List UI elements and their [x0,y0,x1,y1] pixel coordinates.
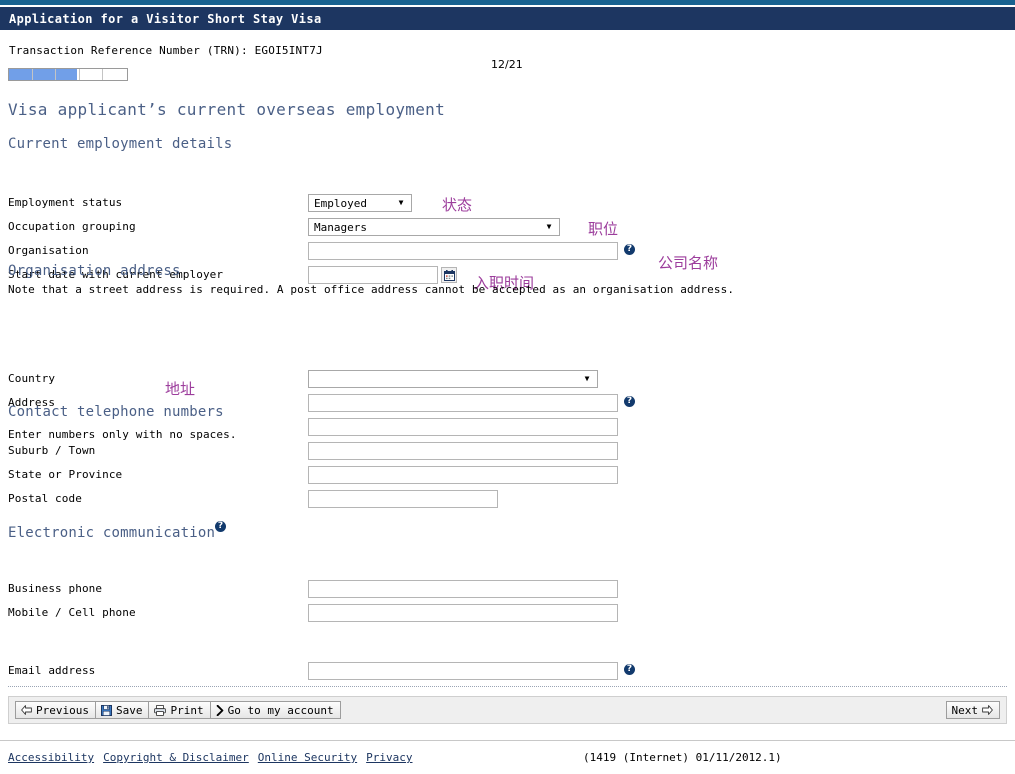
input-postal-code[interactable] [308,490,498,508]
previous-button[interactable]: Previous [15,701,96,719]
progress-bar-fill [9,69,78,80]
input-state-province[interactable] [308,466,618,484]
progress-tick [103,69,127,80]
window-title-bar: Application for a Visitor Short Stay Vis… [0,7,1015,30]
save-button-label: Save [115,703,143,717]
toolbar-separator [8,686,1007,687]
select-country[interactable]: ▼ [308,370,598,388]
help-icon-address[interactable]: ? [624,396,635,407]
footer-links: Accessibility Copyright & Disclaimer Onl… [8,751,413,764]
label-employment-status: Employment status [8,196,123,209]
progress-tick [80,69,104,80]
select-employment-status[interactable]: Employed ▼ [308,194,412,212]
chevron-down-icon: ▼ [546,222,552,231]
page-heading: Visa applicant’s current overseas employ… [8,100,446,119]
print-button-label: Print [170,703,204,717]
label-country: Country [8,372,56,385]
chevron-down-icon: ▼ [584,374,590,383]
calendar-icon[interactable] [441,267,457,283]
note-organisation-address: Note that a street address is required. … [8,283,735,296]
label-postal-code: Postal code [8,492,82,505]
progress-bar [8,68,128,81]
toolbar-button-group: Previous Save Print Go to my account [9,701,341,719]
footer-link-accessibility[interactable]: Accessibility [8,751,94,764]
input-business-phone[interactable] [308,580,618,598]
page-counter: 12/21 [491,58,523,71]
note-contact-telephone: Enter numbers only with no spaces. [8,428,237,441]
input-address-line-2[interactable] [308,418,618,436]
go-to-my-account-button-label: Go to my account [227,703,334,717]
previous-button-label: Previous [36,703,89,717]
arrow-right-icon [982,705,993,715]
annotation-occupation-grouping: 职位 [588,220,619,238]
arrow-left-icon [21,705,32,715]
annotation-address: 地址 [165,380,196,398]
footer-link-copyright-disclaimer[interactable]: Copyright & Disclaimer [103,751,249,764]
label-business-phone: Business phone [8,582,103,595]
label-occupation-grouping: Occupation grouping [8,220,136,233]
footer-build-version: (1419 (Internet) 01/11/2012.1) [583,751,782,764]
label-mobile-phone: Mobile / Cell phone [8,606,136,619]
input-suburb-town[interactable] [308,442,618,460]
label-state-province: State or Province [8,468,123,481]
print-button[interactable]: Print [148,701,211,719]
footer-link-privacy[interactable]: Privacy [366,751,412,764]
chevron-right-icon [216,704,224,716]
help-icon-email-address[interactable]: ? [624,664,635,675]
printer-icon [154,704,167,716]
select-employment-status-value: Employed [314,196,367,210]
select-occupation-grouping-value: Managers [314,220,367,234]
footer-link-online-security[interactable]: Online Security [258,751,357,764]
help-icon-organisation[interactable]: ? [624,244,635,255]
chevron-down-icon: ▼ [398,198,404,207]
section-heading-contact-telephone: Contact telephone numbers [8,404,224,420]
save-button[interactable]: Save [94,701,150,719]
label-organisation: Organisation [8,244,89,257]
input-start-date[interactable] [308,266,438,284]
label-email-address: Email address [8,664,96,677]
annotation-employment-status: 状态 [442,196,473,214]
input-organisation[interactable] [308,242,618,260]
next-button[interactable]: Next [945,701,1000,719]
page-footer: Accessibility Copyright & Disclaimer Onl… [0,744,1015,774]
label-suburb-town: Suburb / Town [8,444,96,457]
input-email-address[interactable] [308,662,618,680]
form-toolbar: Previous Save Print Go to my account Nex… [8,696,1007,724]
go-to-my-account-button[interactable]: Go to my account [209,701,341,719]
next-button-label: Next [951,703,979,717]
input-address-line-1[interactable] [308,394,618,412]
select-occupation-grouping[interactable]: Managers ▼ [308,218,560,236]
section-heading-organisation-address: Organisation address [8,263,181,279]
transaction-reference-number: Transaction Reference Number (TRN): EGOI… [9,44,323,57]
section-heading-electronic-communication: Electronic communication [8,525,216,541]
help-icon-contact-telephone[interactable]: ? [215,521,226,532]
footer-divider [0,740,1015,741]
annotation-organisation: 公司名称 [658,254,719,272]
input-mobile-phone[interactable] [308,604,618,622]
page-title: Application for a Visitor Short Stay Vis… [9,11,322,26]
save-disk-icon [100,704,112,716]
section-heading-current-employment: Current employment details [8,136,233,152]
